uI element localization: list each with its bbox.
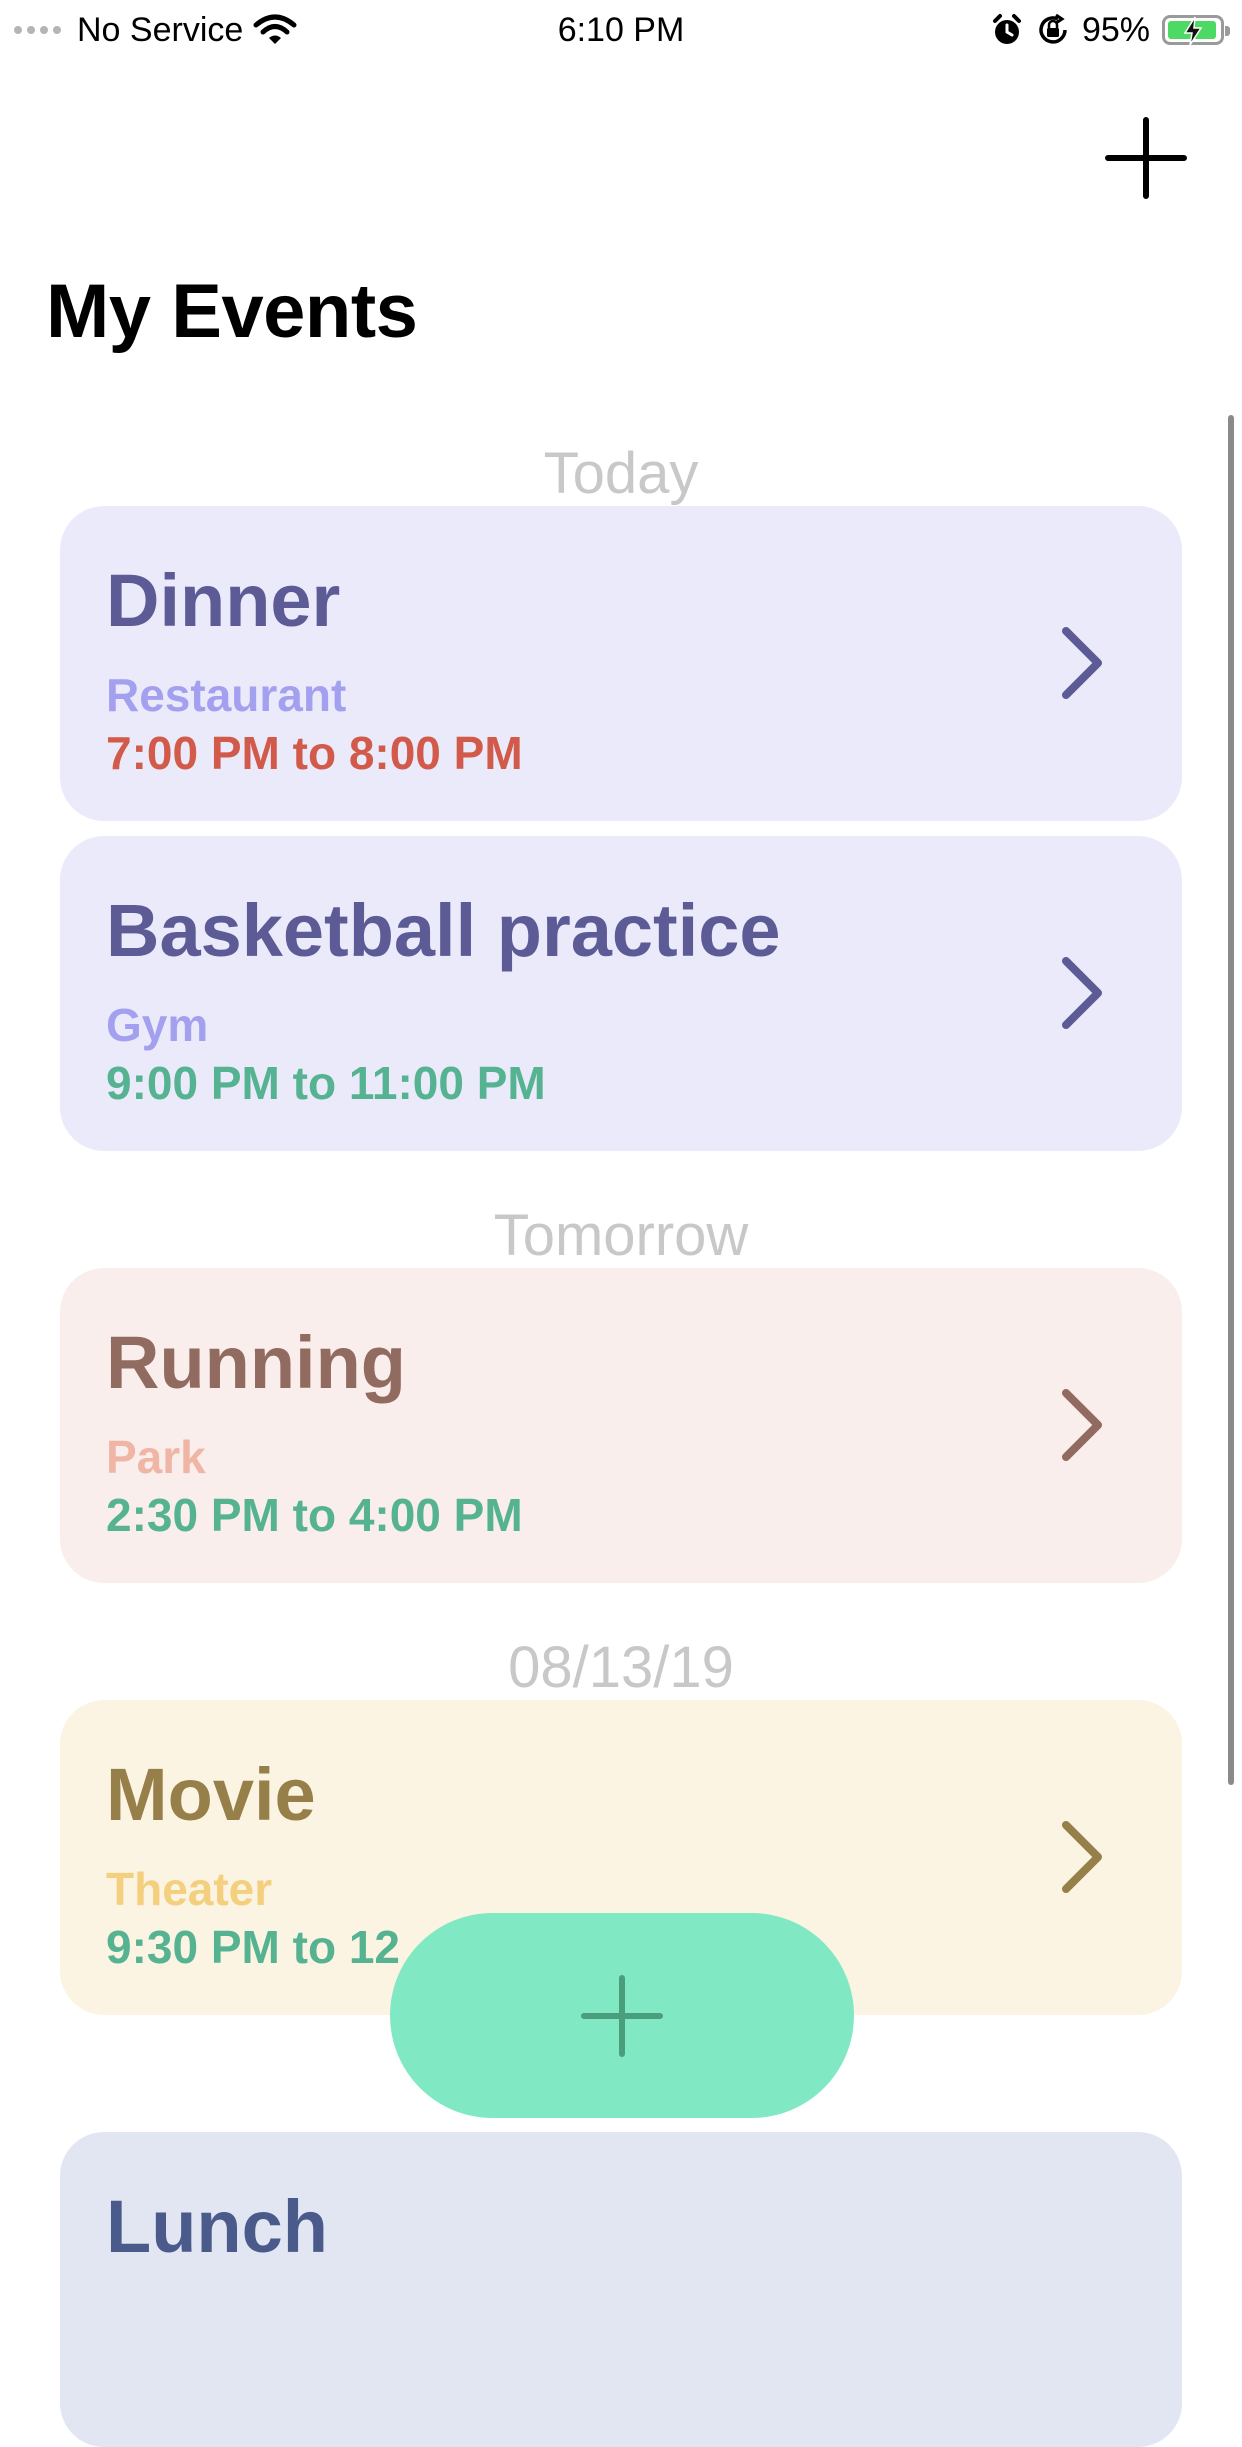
plus-icon [581, 1974, 663, 2057]
event-card-dinner[interactable]: Dinner Restaurant 7:00 PM to 8:00 PM [60, 506, 1182, 821]
event-card-running[interactable]: Running Park 2:30 PM to 4:00 PM [60, 1268, 1182, 1583]
page-title: My Events [46, 269, 418, 354]
battery-charging-icon [1162, 15, 1230, 46]
chevron-right-icon [1062, 1389, 1102, 1461]
plus-icon [1105, 117, 1187, 199]
chevron-right-icon [1062, 957, 1102, 1029]
event-location: Gym [106, 999, 209, 1051]
orientation-lock-icon [1039, 13, 1067, 44]
scroll-indicator[interactable] [1228, 415, 1234, 1785]
event-time: 9:00 PM to 11:00 PM [106, 1057, 546, 1109]
chevron-right-icon [1062, 1821, 1102, 1893]
event-location: Theater [106, 1863, 273, 1915]
floating-add-button[interactable] [390, 1913, 854, 2118]
status-right: 95% [990, 8, 1230, 52]
event-title: Dinner [106, 559, 341, 642]
event-title: Running [106, 1321, 407, 1404]
section-header-tomorrow: Tomorrow [493, 1203, 749, 1268]
event-time: 2:30 PM to 4:00 PM [106, 1489, 523, 1541]
event-title: Basketball practice [106, 889, 781, 972]
battery-percent: 95% [1081, 10, 1150, 49]
event-card-basketball-practice[interactable]: Basketball practice Gym 9:00 PM to 11:00… [60, 836, 1182, 1151]
event-title: Movie [106, 1753, 316, 1836]
event-location: Restaurant [106, 669, 347, 721]
section-header-date: 08/13/19 [508, 1635, 734, 1700]
event-card-lunch[interactable]: Lunch [60, 2132, 1182, 2447]
status-bar: No Service 6:10 PM 95% [0, 0, 1242, 60]
event-location: Park [106, 1431, 206, 1483]
chevron-right-icon [1062, 627, 1102, 699]
alarm-icon [992, 14, 1021, 44]
event-time: 9:30 PM to 12 [106, 1921, 400, 1973]
section-header-today: Today [543, 441, 699, 506]
event-title: Lunch [106, 2185, 328, 2268]
event-time: 7:00 PM to 8:00 PM [106, 727, 523, 779]
add-event-button[interactable] [1100, 112, 1192, 204]
